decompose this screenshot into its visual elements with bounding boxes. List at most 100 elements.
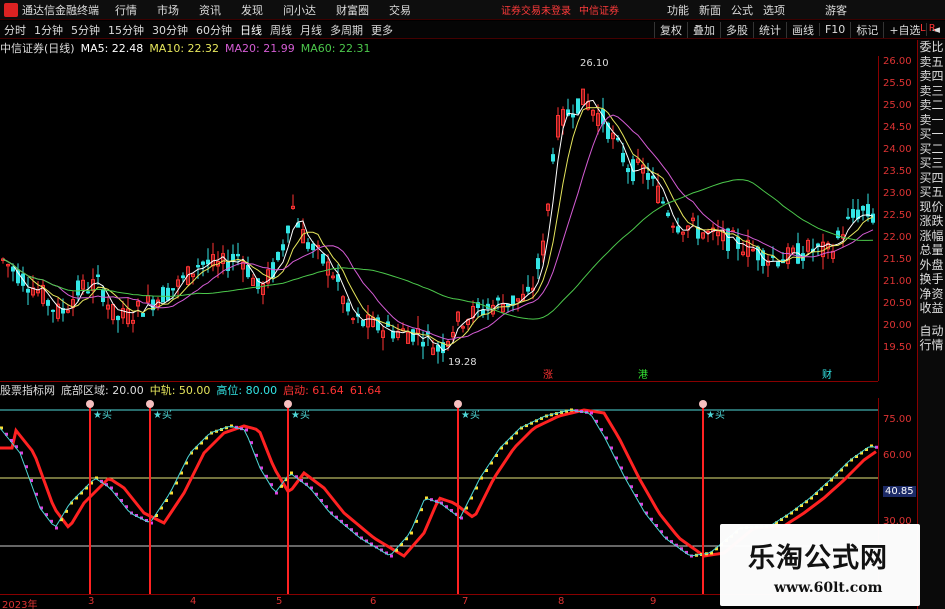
period-daily[interactable]: 日线 bbox=[236, 22, 266, 38]
side-item[interactable]: 涨幅 bbox=[918, 229, 945, 244]
side-item[interactable]: 现价 bbox=[918, 200, 945, 215]
indicator-high: 高位: 80.00 bbox=[216, 384, 278, 397]
side-item[interactable]: 卖三 bbox=[918, 84, 945, 99]
side-item[interactable]: 委比 bbox=[918, 40, 945, 55]
candle-body bbox=[621, 152, 625, 163]
candle-body bbox=[281, 244, 285, 251]
tool-draw[interactable]: 画线 bbox=[785, 21, 819, 38]
price-tick: 20.00 bbox=[883, 320, 912, 331]
candle-body bbox=[576, 98, 580, 114]
candlestick-chart[interactable] bbox=[0, 56, 878, 381]
period-more[interactable]: 更多 bbox=[367, 22, 397, 38]
date-tick: 3 bbox=[88, 596, 95, 607]
date-tick: 5 bbox=[276, 596, 283, 607]
period-1min[interactable]: 1分钟 bbox=[30, 22, 67, 38]
candle-body bbox=[421, 341, 425, 347]
side-item[interactable]: 卖五 bbox=[918, 55, 945, 70]
candle-body bbox=[346, 302, 350, 312]
menu-function[interactable]: 功能 bbox=[667, 2, 689, 18]
side-item[interactable]: 卖一 bbox=[918, 113, 945, 128]
candle-body bbox=[11, 266, 15, 272]
menu-market[interactable]: 市场 bbox=[157, 2, 179, 18]
candle-body bbox=[26, 288, 30, 293]
price-tick: 20.50 bbox=[883, 298, 912, 309]
menu-formula[interactable]: 公式 bbox=[731, 2, 753, 18]
candle-body bbox=[646, 173, 650, 180]
title-bar: 通达信金融终端 行情 市场 资讯 发现 问小达 财富圈 交易 证券交易未登录 中… bbox=[0, 0, 945, 20]
candle-body bbox=[536, 258, 540, 270]
side-item[interactable]: 外盘 bbox=[918, 258, 945, 273]
side-item[interactable]: 自动 bbox=[918, 324, 945, 339]
buy-signal-dot bbox=[699, 400, 707, 408]
tool-mark[interactable]: 标记 bbox=[850, 21, 883, 38]
ma10-line bbox=[2, 106, 874, 347]
candle-body bbox=[101, 289, 105, 303]
side-item[interactable]: 买三 bbox=[918, 156, 945, 171]
indicator-legend: 股票指标网 底部区域: 20.00 中轨: 50.00 高位: 80.00 启动… bbox=[0, 382, 878, 398]
tool-stats[interactable]: 统计 bbox=[752, 21, 786, 38]
menu-wealth[interactable]: 财富圈 bbox=[336, 2, 369, 18]
candle-body bbox=[46, 300, 50, 306]
side-item[interactable]: 买四 bbox=[918, 171, 945, 186]
event-mark[interactable]: 财 bbox=[822, 366, 832, 381]
period-60min[interactable]: 60分钟 bbox=[192, 22, 236, 38]
period-monthly[interactable]: 月线 bbox=[296, 22, 326, 38]
buy-signal-dot bbox=[284, 400, 292, 408]
side-item[interactable]: 换手 bbox=[918, 272, 945, 287]
side-item[interactable]: 行情 bbox=[918, 338, 945, 353]
side-item[interactable]: 买一 bbox=[918, 127, 945, 142]
menu-new-face[interactable]: 新面 bbox=[699, 2, 721, 18]
candle-body bbox=[511, 295, 515, 306]
event-mark[interactable]: 涨 bbox=[543, 366, 553, 381]
menu-market-quotes[interactable]: 行情 bbox=[115, 2, 137, 18]
date-tick: 8 bbox=[558, 596, 565, 607]
candle-body bbox=[196, 265, 200, 268]
low-price-label: 19.28 bbox=[448, 357, 477, 368]
period-30min[interactable]: 30分钟 bbox=[148, 22, 192, 38]
period-5min[interactable]: 5分钟 bbox=[67, 22, 104, 38]
indicator-current-badge: 40.85 bbox=[883, 486, 916, 497]
indicator-name[interactable]: 股票指标网 bbox=[0, 382, 55, 398]
candle-body bbox=[776, 261, 780, 267]
candle-body bbox=[671, 225, 675, 228]
tool-overlay[interactable]: 叠加 bbox=[686, 21, 720, 38]
buy-signal-dot bbox=[86, 400, 94, 408]
side-item[interactable]: 净资 bbox=[918, 287, 945, 302]
candle-body bbox=[411, 329, 415, 342]
event-mark[interactable]: 港 bbox=[638, 366, 648, 381]
period-weekly[interactable]: 周线 bbox=[266, 22, 296, 38]
broker-name[interactable]: 中信证券 bbox=[579, 2, 619, 17]
side-item[interactable]: 买二 bbox=[918, 142, 945, 157]
tool-restore[interactable]: 复权 bbox=[653, 21, 687, 38]
candle-body bbox=[76, 280, 80, 296]
price-tick: 21.50 bbox=[883, 254, 912, 265]
indicator-start: 启动: 61.64 bbox=[283, 384, 344, 397]
candle-body bbox=[286, 225, 290, 234]
candle-body bbox=[851, 209, 855, 218]
price-tick: 25.50 bbox=[883, 78, 912, 89]
menu-options[interactable]: 选项 bbox=[763, 2, 785, 18]
side-item[interactable]: 涨跌 bbox=[918, 214, 945, 229]
side-item[interactable]: 卖四 bbox=[918, 69, 945, 84]
menu-discover[interactable]: 发现 bbox=[241, 2, 263, 18]
period-timeshare[interactable]: 分时 bbox=[0, 22, 30, 38]
period-multi[interactable]: 多周期 bbox=[326, 22, 367, 38]
side-item[interactable]: 总量 bbox=[918, 243, 945, 258]
candle-body bbox=[666, 212, 670, 217]
side-item[interactable]: 收益 bbox=[918, 301, 945, 316]
tool-multi-stock[interactable]: 多股 bbox=[719, 21, 753, 38]
buy-signal-dot bbox=[454, 400, 462, 408]
menu-trade[interactable]: 交易 bbox=[389, 2, 411, 18]
layout-toggle[interactable]: L R bbox=[920, 23, 936, 34]
menu-news[interactable]: 资讯 bbox=[199, 2, 221, 18]
date-tick: 4 bbox=[190, 596, 197, 607]
guest-label[interactable]: 游客 bbox=[825, 2, 847, 18]
side-item[interactable]: 买五 bbox=[918, 185, 945, 200]
side-item[interactable]: 卖二 bbox=[918, 98, 945, 113]
login-alert[interactable]: 证券交易未登录 bbox=[501, 2, 571, 17]
period-15min[interactable]: 15分钟 bbox=[104, 22, 148, 38]
menu-ask[interactable]: 问小达 bbox=[283, 2, 316, 18]
candle-body bbox=[276, 251, 280, 261]
tool-f10[interactable]: F10 bbox=[818, 23, 850, 36]
stock-name[interactable]: 中信证券(日线) bbox=[0, 40, 75, 56]
